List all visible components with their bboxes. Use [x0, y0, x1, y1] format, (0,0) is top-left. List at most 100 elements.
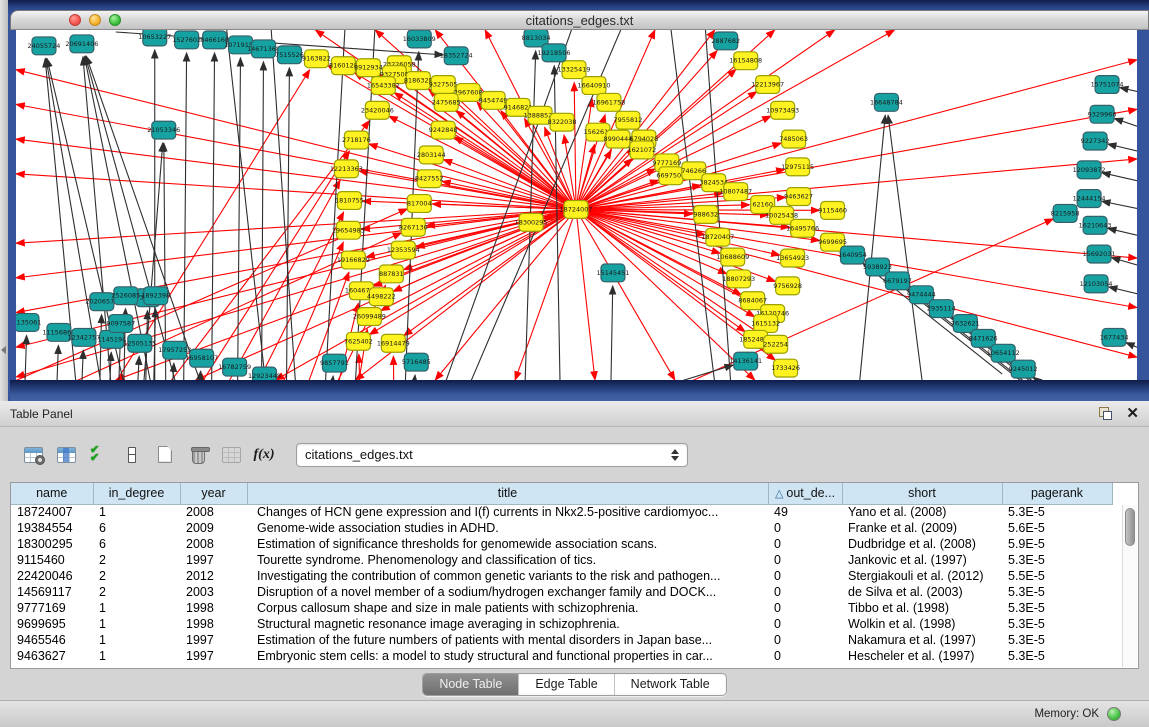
import-table-icon[interactable] — [216, 441, 246, 469]
graph-node[interactable]: 15692031 — [1083, 245, 1116, 263]
graph-node[interactable]: 10654112 — [987, 344, 1020, 362]
graph-node[interactable]: 14136141 — [729, 352, 762, 370]
graph-node[interactable]: 18352724 — [440, 47, 473, 65]
table-row[interactable]: 977716911998Corpus callosum shape and si… — [11, 600, 1112, 616]
graph-node[interactable]: 252254 — [763, 335, 788, 353]
column-settings-icon[interactable] — [18, 441, 48, 469]
graph-node[interactable]: 10653227 — [138, 30, 171, 46]
table-row[interactable]: 969969511998Structural magnetic resonanc… — [11, 616, 1112, 632]
graph-node[interactable]: 1615132 — [751, 315, 780, 333]
graph-node[interactable]: 1621072 — [627, 141, 656, 159]
graph-node[interactable]: 1640954 — [838, 246, 867, 264]
graph-node[interactable]: 8322038 — [548, 113, 577, 131]
graph-node[interactable]: 2526085 — [111, 287, 140, 305]
row-height-icon[interactable] — [117, 441, 147, 469]
graph-node[interactable]: 8215958 — [1051, 205, 1080, 223]
column-header-out_de[interactable]: △out_de... — [768, 483, 842, 504]
graph-node[interactable]: 887831 — [379, 265, 404, 283]
graph-node[interactable]: 16033809 — [403, 30, 436, 48]
table-row[interactable]: 1456911722003Disruption of a novel membe… — [11, 584, 1112, 600]
graph-node[interactable]: 10807487 — [719, 183, 752, 201]
graph-node[interactable]: 18724007 — [560, 201, 593, 219]
graph-node[interactable]: 1733426 — [771, 359, 800, 377]
graph-node[interactable]: 9756928 — [773, 277, 802, 295]
table-row[interactable]: 1938455462009Genome-wide association stu… — [11, 520, 1112, 536]
graph-node[interactable]: 13325419 — [558, 61, 591, 79]
table-row[interactable]: 911546021997Tourette syndrome. Phenomeno… — [11, 552, 1112, 568]
graph-node[interactable]: 20691406 — [65, 35, 98, 53]
column-header-pagerank[interactable]: pagerank — [1002, 483, 1112, 504]
graph-node[interactable]: 988632 — [693, 205, 718, 223]
graph-node[interactable]: 12093872 — [1073, 161, 1106, 179]
graph-node[interactable]: 9463627 — [784, 188, 813, 206]
graph-node[interactable]: 817004 — [407, 195, 432, 213]
graph-node[interactable]: 12505135 — [123, 334, 156, 352]
graph-node[interactable]: 15751074 — [1091, 76, 1124, 94]
float-panel-icon[interactable] — [1099, 407, 1112, 420]
graph-node[interactable]: 12923448 — [248, 367, 281, 380]
graph-node[interactable]: 7955812 — [613, 111, 642, 129]
graph-node[interactable]: 2887682 — [711, 32, 740, 50]
tab-node-table[interactable]: Node Table — [423, 674, 518, 695]
table-selector-dropdown[interactable]: citations_edges.txt — [296, 443, 688, 467]
graph-node[interactable]: 12213363 — [330, 160, 363, 178]
graph-node[interactable]: 12103054 — [1080, 275, 1113, 293]
close-panel-icon[interactable]: ✕ — [1126, 406, 1139, 421]
graph-node[interactable]: 18807293 — [722, 270, 755, 288]
graph-node[interactable]: 12353594 — [387, 241, 420, 259]
graph-node[interactable]: 2803144 — [417, 146, 446, 164]
graph-node[interactable]: 1810755 — [335, 192, 364, 210]
graph-node[interactable]: 7515526 — [275, 46, 304, 64]
graph-node[interactable]: 18720407 — [701, 228, 734, 246]
show-columns-icon[interactable] — [51, 441, 81, 469]
graph-node[interactable]: 12444154 — [1073, 190, 1106, 208]
column-header-year[interactable]: year — [180, 483, 247, 504]
network-canvas[interactable]: 1872400718300295916382281601288912934232… — [16, 30, 1137, 380]
column-header-short[interactable]: short — [842, 483, 1002, 504]
graph-node[interactable]: 7625402 — [344, 332, 373, 350]
graph-node[interactable]: 1135061 — [16, 314, 41, 332]
graph-node[interactable]: 10688609 — [716, 248, 749, 266]
select-all-rows-icon[interactable] — [84, 441, 114, 469]
new-table-icon[interactable] — [150, 441, 180, 469]
graph-node[interactable]: 19218506 — [538, 44, 571, 62]
tab-network-table[interactable]: Network Table — [614, 674, 726, 695]
graph-node[interactable]: 8912934 — [354, 59, 383, 77]
graph-node[interactable]: 26099489 — [353, 308, 386, 326]
graph-node[interactable]: 4498222 — [367, 288, 396, 306]
table-row[interactable]: 1872400712008Changes of HCN gene express… — [11, 504, 1112, 520]
graph-node[interactable]: 9242848 — [429, 121, 458, 139]
graph-node[interactable]: 7485063 — [779, 130, 808, 148]
graph-node[interactable]: 13654923 — [776, 249, 809, 267]
table-row[interactable]: 1830029562008Estimation of significance … — [11, 536, 1112, 552]
table-row[interactable]: 946554611997Estimation of the future num… — [11, 632, 1112, 648]
citation-network-graph[interactable]: 1872400718300295916382281601288912934232… — [16, 30, 1137, 380]
table-row[interactable]: 2242004622012Investigating the contribut… — [11, 568, 1112, 584]
graph-node[interactable]: 21053346 — [147, 121, 180, 139]
graph-node[interactable]: 9857791 — [320, 354, 349, 372]
graph-node[interactable]: 6679197 — [883, 272, 912, 290]
graph-node[interactable]: 9097587 — [106, 315, 135, 333]
graph-node[interactable]: 16210643 — [1079, 216, 1112, 234]
tab-edge-table[interactable]: Edge Table — [518, 674, 613, 695]
graph-node[interactable]: 24055724 — [27, 37, 60, 55]
delete-table-icon[interactable] — [183, 441, 213, 469]
graph-node[interactable]: 16640910 — [577, 77, 610, 95]
graph-node[interactable]: 15145451 — [596, 264, 629, 282]
graph-node[interactable]: 2935114 — [927, 300, 956, 318]
graph-node[interactable]: 16648784 — [870, 93, 903, 111]
graph-node[interactable]: 16154808 — [729, 52, 762, 70]
graph-node[interactable]: 12213967 — [751, 76, 784, 94]
graph-node[interactable]: 16914479 — [377, 334, 410, 352]
graph-node[interactable]: 9163822 — [302, 50, 331, 68]
table-row[interactable]: 946362711997Embryonic stem cells: a mode… — [11, 648, 1112, 664]
graph-node[interactable]: 9115460 — [818, 202, 847, 220]
column-header-title[interactable]: title — [247, 483, 768, 504]
panel-collapse-arrow-icon[interactable] — [1, 346, 6, 354]
column-header-in_degree[interactable]: in_degree — [93, 483, 180, 504]
graph-node[interactable]: 18300295 — [515, 213, 548, 231]
graph-node[interactable]: 23420046 — [361, 101, 394, 119]
graph-node[interactable]: 19166829 — [337, 251, 370, 269]
graph-node[interactable]: 12342757 — [67, 328, 100, 346]
graph-node[interactable]: 1145194 — [97, 330, 126, 348]
